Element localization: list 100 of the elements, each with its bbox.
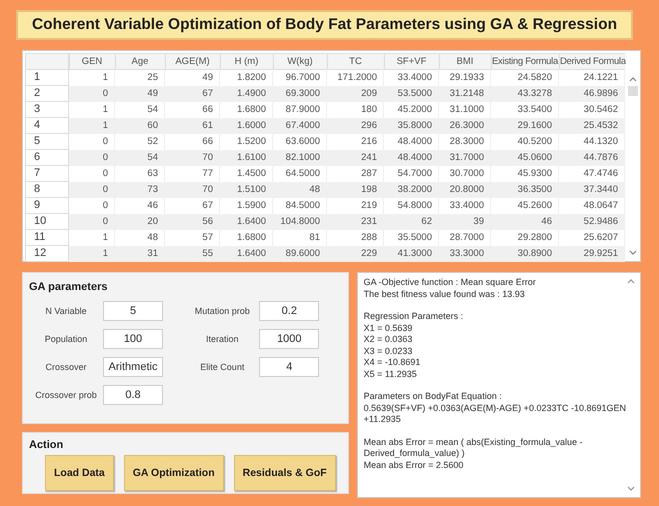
table-cell: 1.6400: [220, 246, 273, 262]
table-cell: 1.6000: [220, 118, 273, 134]
output-line: Mean abs Error = mean ( abs(Existing_formula_value -: [364, 436, 584, 448]
output-line: X1 = 0.5639: [364, 322, 414, 334]
table-cell: 61: [165, 118, 220, 134]
table-cell: 296: [327, 118, 384, 134]
output-line: X2 = 0.0363: [364, 334, 414, 346]
row-header[interactable]: 9: [25, 198, 69, 214]
table-cell: 29.9251: [559, 246, 625, 262]
field-label: Iteration: [205, 334, 240, 344]
output-text-area[interactable]: [356, 272, 641, 498]
column-header[interactable]: SF+VF: [384, 53, 439, 70]
action-button[interactable]: Load Data: [45, 455, 114, 491]
group-title: Action: [29, 439, 64, 451]
scroll-up-icon[interactable]: [628, 75, 638, 83]
table-cell: 89.6000: [273, 246, 327, 262]
row-header[interactable]: 12: [25, 246, 69, 262]
table-cell: 31: [115, 246, 165, 262]
row-header[interactable]: 5: [25, 134, 69, 150]
table-cell: 45.0600: [491, 150, 559, 166]
table-cell: 1: [69, 246, 115, 262]
input-field[interactable]: Arithmetic: [103, 357, 163, 377]
row-header[interactable]: 3: [25, 102, 69, 118]
output-line: Regression Parameters :: [364, 311, 464, 322]
table-cell: 37.3440: [559, 182, 625, 198]
column-header[interactable]: AGE(M): [165, 53, 220, 70]
table-cell: 1.5100: [220, 182, 273, 198]
table-cell: 56: [165, 214, 220, 230]
row-header[interactable]: 10: [25, 214, 69, 230]
table-cell: 36.3500: [491, 182, 559, 198]
table-cell: 25.4532: [559, 118, 625, 134]
scrollbar-thumb[interactable]: [628, 86, 638, 96]
table-cell: 104.8000: [273, 214, 327, 230]
row-header[interactable]: 7: [25, 166, 69, 182]
table-corner-cell[interactable]: [25, 53, 69, 70]
table-cell: 67.4000: [273, 118, 327, 134]
column-header[interactable]: H (m): [220, 53, 273, 70]
table-cell: 30.8900: [491, 246, 559, 262]
input-field[interactable]: 1000: [259, 329, 320, 349]
input-field[interactable]: 5: [103, 301, 163, 321]
table-cell: 67: [165, 86, 220, 102]
table-cell: 55: [165, 246, 220, 262]
table-cell: 70: [165, 182, 220, 198]
table-cell: 209: [327, 86, 384, 102]
table-cell: 46: [491, 214, 559, 230]
window-title: Coherent Variable Optimization of Body Fat Parameters using GA & Regression: [16, 10, 634, 40]
table-cell: 52.9486: [559, 214, 625, 230]
row-header[interactable]: 4: [25, 118, 69, 134]
row-header[interactable]: 11: [25, 230, 69, 246]
scroll-down-icon[interactable]: [628, 249, 638, 257]
output-line: Parameters on BodyFat Equation :: [364, 391, 503, 402]
column-header[interactable]: GEN: [69, 53, 115, 70]
table-cell: 60: [115, 118, 165, 134]
input-field[interactable]: 0.8: [103, 385, 163, 405]
table-cell: 1.6400: [220, 214, 273, 230]
table-cell: 20.8000: [439, 182, 491, 198]
table-cell: 73: [115, 182, 165, 198]
column-header[interactable]: BMI: [439, 53, 491, 70]
group-title: GA parameters: [29, 281, 108, 293]
output-line: Mean abs Error = 2.5600: [364, 460, 464, 471]
input-field[interactable]: 100: [103, 329, 163, 349]
table-cell: 20: [115, 214, 165, 230]
row-header[interactable]: 2: [25, 86, 69, 102]
field-label: Mutation prob: [194, 306, 251, 316]
table-cell: 44.7876: [559, 150, 625, 166]
column-header[interactable]: TC: [327, 53, 384, 70]
action-button[interactable]: GA Optimization: [124, 455, 224, 491]
scroll-down-icon[interactable]: [626, 485, 636, 493]
table-cell: 198: [327, 182, 384, 198]
field-label: Crossover: [44, 362, 88, 372]
table-cell: 69.3000: [273, 86, 327, 102]
output-line: X5 = 11.2935: [364, 368, 418, 380]
table-cell: 26.3000: [439, 118, 491, 134]
column-header[interactable]: Derived Formula: [559, 53, 625, 70]
table-cell: 33.3000: [439, 246, 491, 262]
table-cell: 62: [384, 214, 439, 230]
table-cell: 1.4900: [220, 86, 273, 102]
table-cell: 53.5000: [384, 86, 439, 102]
table-cell: 35.8000: [384, 118, 439, 134]
column-header[interactable]: Age: [115, 53, 165, 70]
table-cell: 38.2000: [384, 182, 439, 198]
input-field[interactable]: 0.2: [259, 301, 320, 321]
table-cell: 48.4000: [384, 150, 439, 166]
column-header[interactable]: Existing Formula: [491, 53, 559, 70]
row-header[interactable]: 8: [25, 182, 69, 198]
table-cell: 1.6100: [220, 150, 273, 166]
output-line: X3 = 0.0233: [364, 346, 414, 357]
table-cell: 0: [69, 214, 115, 230]
table-cell: 46.9896: [559, 86, 625, 102]
table-cell: 31.2148: [439, 86, 491, 102]
table-cell: 41.3000: [384, 246, 439, 262]
row-header[interactable]: 1: [25, 70, 69, 86]
action-button[interactable]: Residuals & GoF: [234, 455, 336, 491]
row-header[interactable]: 6: [25, 150, 69, 166]
output-line: 0.5639(SF+VF) +0.0363(AGE(M)-AGE) +0.0233TC -10.8691GEN: [364, 402, 626, 414]
table-cell: 0: [69, 86, 115, 102]
output-line: GA -Objective function : Mean square Error: [364, 277, 537, 288]
input-field[interactable]: 4: [259, 357, 320, 377]
scroll-up-icon[interactable]: [626, 277, 636, 285]
column-header[interactable]: W(kg): [273, 53, 327, 70]
